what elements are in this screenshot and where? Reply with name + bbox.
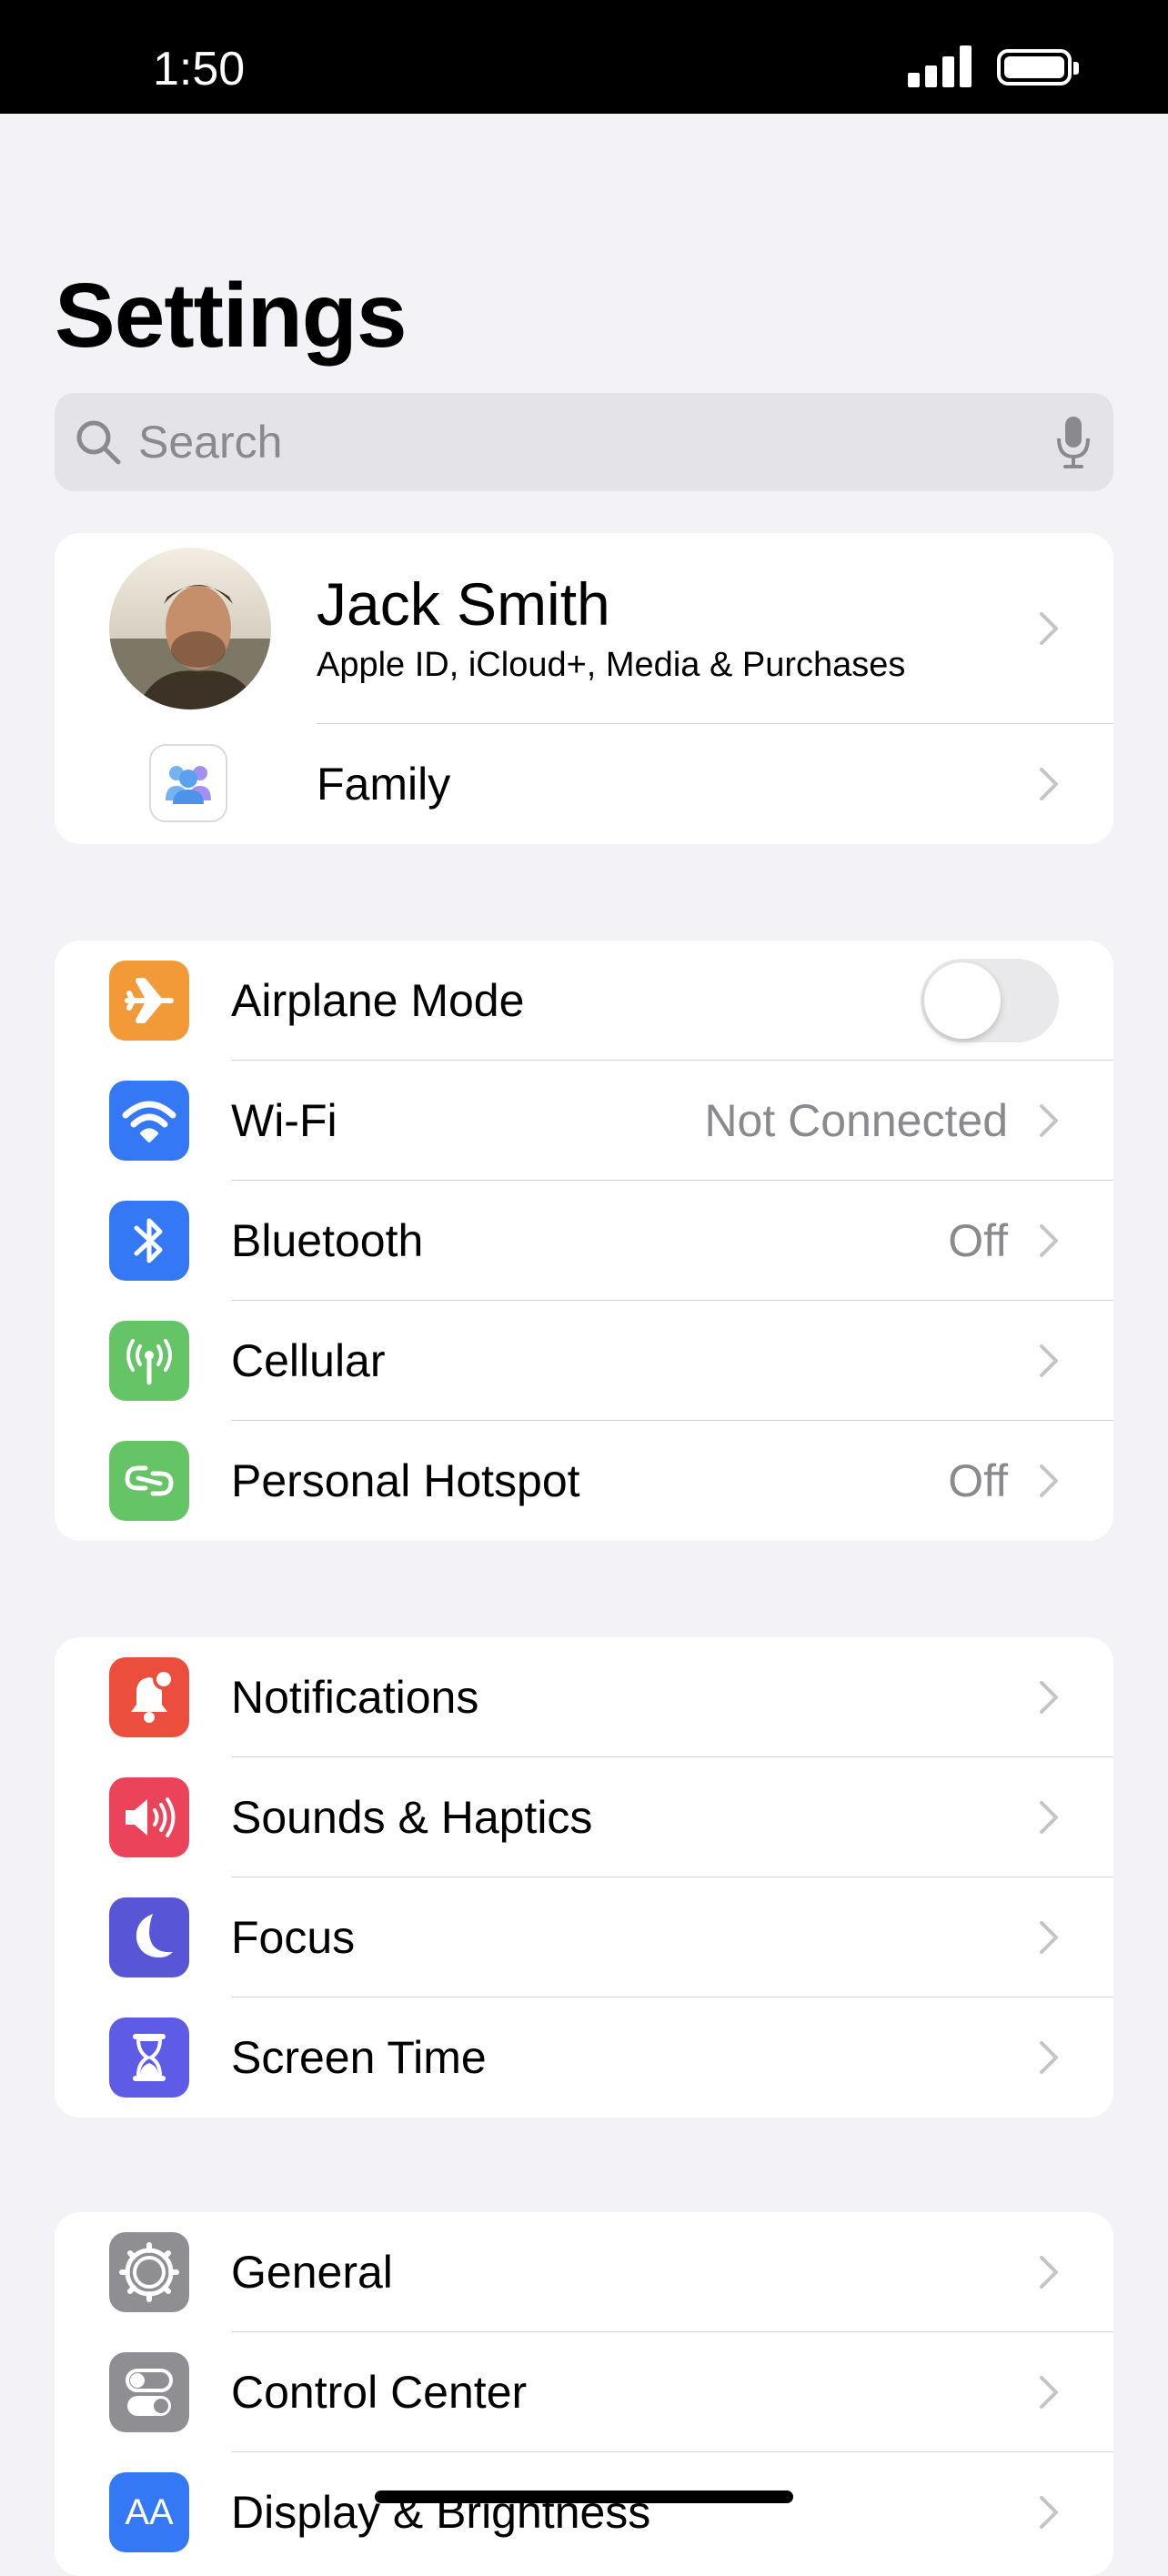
- notifications-label: Notifications: [231, 1672, 479, 1723]
- display-brightness-row[interactable]: AA Display & Brightness: [55, 2452, 1113, 2572]
- hotspot-icon: [109, 1441, 189, 1521]
- control-center-label: Control Center: [231, 2367, 528, 2418]
- airplane-mode-row: Airplane Mode: [55, 941, 1113, 1061]
- family-icon: [149, 744, 227, 822]
- connectivity-card: Airplane Mode Wi-Fi Not Connected Blueto…: [55, 941, 1113, 1541]
- chevron-right-icon: [1040, 612, 1058, 645]
- home-indicator[interactable]: [375, 2490, 793, 2503]
- chevron-right-icon: [1040, 768, 1058, 800]
- sounds-haptics-label: Sounds & Haptics: [231, 1792, 593, 1843]
- chevron-right-icon: [1040, 1921, 1058, 1954]
- cellular-label: Cellular: [231, 1335, 386, 1386]
- status-time: 1:50: [153, 43, 246, 96]
- family-row[interactable]: Family: [55, 724, 1113, 844]
- apple-id-row[interactable]: Jack Smith Apple ID, iCloud+, Media & Pu…: [55, 533, 1113, 724]
- avatar: [109, 548, 271, 709]
- wifi-status: Not Connected: [704, 1095, 1008, 1146]
- moon-icon: [109, 1897, 189, 1977]
- status-bar: 1:50: [0, 0, 1168, 114]
- chevron-right-icon: [1040, 1681, 1058, 1714]
- airplane-icon: [109, 961, 189, 1041]
- screen-time-row[interactable]: Screen Time: [55, 1997, 1113, 2118]
- page-title: Settings: [55, 265, 407, 367]
- chevron-right-icon: [1040, 1104, 1058, 1137]
- search-icon: [76, 420, 121, 465]
- switches-icon: [109, 2352, 189, 2432]
- account-card: Jack Smith Apple ID, iCloud+, Media & Pu…: [55, 533, 1113, 844]
- battery-icon: [997, 49, 1079, 86]
- bluetooth-label: Bluetooth: [231, 1215, 424, 1266]
- wifi-icon: [109, 1081, 189, 1161]
- notifications-row[interactable]: Notifications: [55, 1637, 1113, 1757]
- chevron-right-icon: [1040, 1801, 1058, 1834]
- cellular-icon: [109, 1321, 189, 1401]
- bluetooth-status: Off: [948, 1215, 1008, 1266]
- chevron-right-icon: [1040, 2256, 1058, 2289]
- bluetooth-row[interactable]: Bluetooth Off: [55, 1181, 1113, 1301]
- bell-icon: [109, 1657, 189, 1737]
- text-size-icon: AA: [109, 2472, 189, 2552]
- focus-row[interactable]: Focus: [55, 1877, 1113, 1997]
- general-row[interactable]: General: [55, 2212, 1113, 2332]
- cellular-row[interactable]: Cellular: [55, 1301, 1113, 1421]
- airplane-mode-label: Airplane Mode: [231, 975, 525, 1026]
- screen-time-label: Screen Time: [231, 2032, 487, 2083]
- speaker-icon: [109, 1777, 189, 1857]
- hourglass-icon: [109, 2018, 189, 2098]
- search-input[interactable]: Search: [138, 393, 282, 491]
- cellular-signal-icon: [908, 45, 972, 87]
- general-label: General: [231, 2247, 393, 2298]
- text-size-icon-label: AA: [125, 2492, 174, 2532]
- mic-icon[interactable]: [1055, 415, 1092, 469]
- bluetooth-icon: [109, 1201, 189, 1281]
- account-name: Jack Smith: [317, 570, 610, 638]
- focus-label: Focus: [231, 1912, 356, 1963]
- chevron-right-icon: [1040, 1224, 1058, 1257]
- personal-hotspot-row[interactable]: Personal Hotspot Off: [55, 1421, 1113, 1541]
- notifications-card: Notifications Sounds & Haptics Focus Scr…: [55, 1637, 1113, 2118]
- wifi-label: Wi-Fi: [231, 1095, 337, 1146]
- personal-hotspot-label: Personal Hotspot: [231, 1455, 580, 1506]
- family-label: Family: [317, 759, 451, 810]
- search-bar[interactable]: Search: [55, 393, 1113, 491]
- system-card: General Control Center AA Display & Brig…: [55, 2212, 1113, 2576]
- chevron-right-icon: [1040, 2041, 1058, 2074]
- sounds-haptics-row[interactable]: Sounds & Haptics: [55, 1757, 1113, 1877]
- wifi-row[interactable]: Wi-Fi Not Connected: [55, 1061, 1113, 1181]
- chevron-right-icon: [1040, 1344, 1058, 1377]
- chevron-right-icon: [1040, 1464, 1058, 1497]
- control-center-row[interactable]: Control Center: [55, 2332, 1113, 2452]
- airplane-mode-toggle[interactable]: [921, 959, 1059, 1042]
- chevron-right-icon: [1040, 2496, 1058, 2529]
- personal-hotspot-status: Off: [948, 1455, 1008, 1506]
- chevron-right-icon: [1040, 2376, 1058, 2409]
- gear-icon: [109, 2232, 189, 2312]
- account-subtitle: Apple ID, iCloud+, Media & Purchases: [317, 646, 906, 684]
